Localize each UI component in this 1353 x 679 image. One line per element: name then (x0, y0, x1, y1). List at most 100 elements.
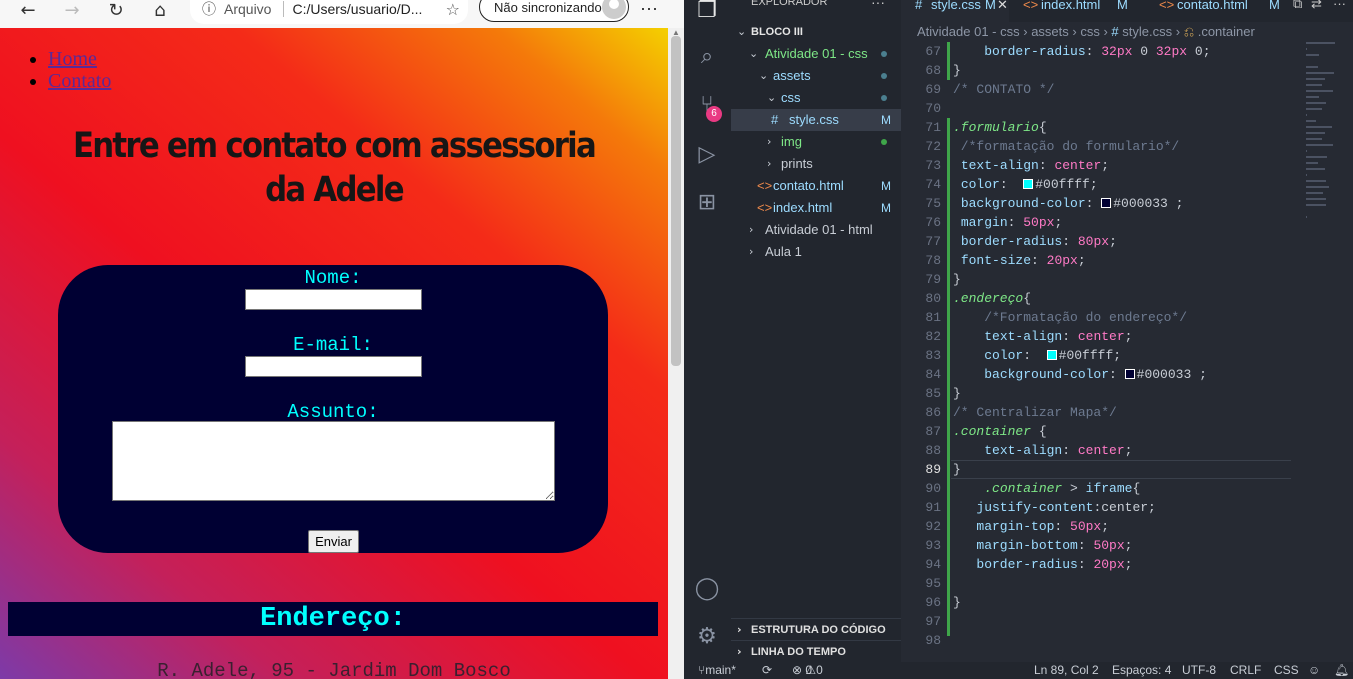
chevron-right-icon: › (767, 135, 772, 148)
tree-item-assets[interactable]: ⌄ assets (731, 65, 901, 87)
current-line-highlight (951, 460, 1291, 479)
run-debug-icon[interactable]: ▷ (694, 142, 720, 168)
tree-item-css[interactable]: ⌄ css (731, 87, 901, 109)
minimap-line (1306, 156, 1327, 158)
problems-status[interactable]: ⊗ 0 ⚠ 0 (792, 662, 823, 679)
eol-setting[interactable]: CRLF (1230, 662, 1261, 679)
minimap-line (1306, 114, 1307, 116)
symbol-class-icon: ⎌ (1183, 24, 1198, 39)
nav-link-contato[interactable]: Contato (48, 70, 111, 92)
tree-item-prints[interactable]: › prints (731, 153, 901, 175)
search-icon[interactable]: ⌕ (694, 44, 720, 70)
minimap-line (1306, 84, 1322, 86)
home-icon[interactable]: ⌂ (146, 0, 174, 21)
address-url[interactable]: C:/Users/usuario/D... (292, 1, 422, 17)
subject-textarea[interactable] (112, 421, 555, 501)
nav-link-home[interactable]: Home (48, 48, 97, 70)
minimap-line (1306, 78, 1325, 80)
code-line: font-size: 20px; (960, 253, 1086, 268)
tab-style-css[interactable]: # style.css M ✕ (901, 0, 1009, 22)
code-line: color: #00ffff; (960, 177, 1098, 192)
email-input[interactable] (245, 356, 422, 377)
close-icon[interactable]: ✕ (997, 0, 1008, 11)
cursor-position[interactable]: Ln 89, Col 2 (1034, 662, 1099, 679)
refresh-icon[interactable]: ↻ (102, 0, 130, 21)
minimap-line (1306, 66, 1318, 68)
page-scrollbar[interactable]: ▲ (668, 28, 684, 679)
more-options-icon[interactable]: ··· (640, 0, 658, 19)
minimap-line (1306, 102, 1326, 104)
minimap-line (1306, 54, 1319, 56)
minimap-line (1306, 120, 1316, 122)
branch-name: main* (705, 663, 736, 677)
breadcrumb-separator-icon: › (1175, 24, 1184, 39)
name-label: Nome: (304, 267, 362, 289)
forward-icon[interactable]: → (58, 0, 86, 21)
code-line: text-align: center; (984, 329, 1133, 344)
editor-scrollbar[interactable] (1344, 42, 1353, 662)
page-title: Entre em contato com assessoria da Adele (72, 126, 597, 210)
tree-item-index-html[interactable]: <> index.html M (731, 197, 901, 219)
chevron-down-icon: ⌄ (759, 69, 769, 82)
minimap-line (1306, 204, 1326, 206)
extensions-icon[interactable]: ⊞ (694, 190, 720, 216)
tab-contato-html[interactable]: <> contato.html M (1159, 0, 1289, 22)
notifications-icon[interactable]: 🔔︎ (1334, 662, 1349, 679)
tab-index-html[interactable]: <> index.html M (1023, 0, 1153, 22)
name-input[interactable] (245, 289, 422, 310)
minimap-line (1306, 162, 1318, 164)
minimap-line (1306, 168, 1325, 170)
settings-gear-icon[interactable]: ⚙ (694, 624, 720, 650)
compare-icon[interactable]: ⇄ (1311, 0, 1322, 12)
encoding-setting[interactable]: UTF-8 (1182, 662, 1216, 679)
sync-button[interactable]: Não sincronizando (479, 0, 629, 22)
tree-item-aula1[interactable]: › Aula 1 (731, 241, 901, 263)
feedback-icon[interactable]: ☺ (1308, 662, 1320, 679)
outline-section[interactable]: › ESTRUTURA DO CÓDIGO (731, 618, 901, 640)
code-line: /*Formatação do endereço*/ (953, 310, 1188, 325)
branch-status[interactable]: ⑂ main* (698, 662, 736, 679)
code-line: } (953, 386, 961, 401)
account-icon[interactable]: ◯ (694, 576, 720, 602)
code-line: .container { (953, 424, 1047, 439)
code-editor[interactable]: 67 border-radius: 32px 0 32px 0; 68} 69 /* … (901, 42, 1301, 662)
breadcrumb-item[interactable]: Atividade 01 - css (917, 24, 1020, 39)
timeline-section[interactable]: › LINHA DO TEMPO (731, 640, 901, 662)
tree-item-atividade-html[interactable]: › Atividade 01 - html (731, 219, 901, 241)
git-gutter-modified (947, 42, 950, 80)
git-status: M (881, 179, 891, 193)
tree-label: Aula 1 (765, 244, 802, 259)
sync-icon[interactable]: ⟳ (762, 662, 772, 679)
tree-item-atividade-css[interactable]: ⌄ Atividade 01 - css (731, 43, 901, 65)
indent-setting[interactable]: Espaços: 4 (1112, 662, 1171, 679)
tree-label: css (781, 90, 801, 105)
submit-button[interactable]: Enviar (308, 530, 359, 553)
info-icon[interactable]: ⓘ (202, 0, 216, 19)
tree-label: img (781, 134, 802, 149)
tree-item-img[interactable]: › img (731, 131, 901, 153)
tree-item-bloco[interactable]: ⌄ BLOCO III (731, 21, 901, 43)
problems-count: 0 (805, 663, 813, 677)
language-mode[interactable]: CSS (1274, 662, 1299, 679)
scrollbar-thumb[interactable] (671, 36, 681, 366)
tree-item-contato-html[interactable]: <> contato.html M (731, 175, 901, 197)
breadcrumb-item[interactable]: style.css (1122, 24, 1172, 39)
breadcrumb-item[interactable]: .container (1198, 24, 1255, 39)
more-actions-icon[interactable]: ··· (1333, 0, 1346, 11)
explorer-more-icon[interactable]: ··· (871, 0, 885, 10)
add-favorite-icon[interactable]: ☆ (446, 0, 460, 19)
address-bar[interactable]: ⓘ Arquivo C:/Users/usuario/D... ☆ (190, 0, 468, 24)
tree-label: BLOCO III (751, 26, 803, 38)
breadcrumb-item[interactable]: assets (1031, 24, 1069, 39)
line-number: 75 (925, 196, 941, 211)
tree-item-style-css[interactable]: # style.css M (731, 109, 901, 131)
minimap[interactable] (1304, 42, 1342, 242)
css-file-icon: # (771, 112, 779, 127)
address-text: R. Adele, 95 - Jardim Dom Bosco (157, 660, 511, 679)
back-icon[interactable]: ← (14, 0, 42, 21)
explorer-icon[interactable]: ❐ (694, 0, 720, 24)
split-editor-icon[interactable]: ⧉ (1293, 0, 1302, 12)
line-number: 72 (925, 139, 941, 154)
nav-item-contato: Contato (48, 70, 111, 92)
breadcrumb-item[interactable]: css (1080, 24, 1100, 39)
